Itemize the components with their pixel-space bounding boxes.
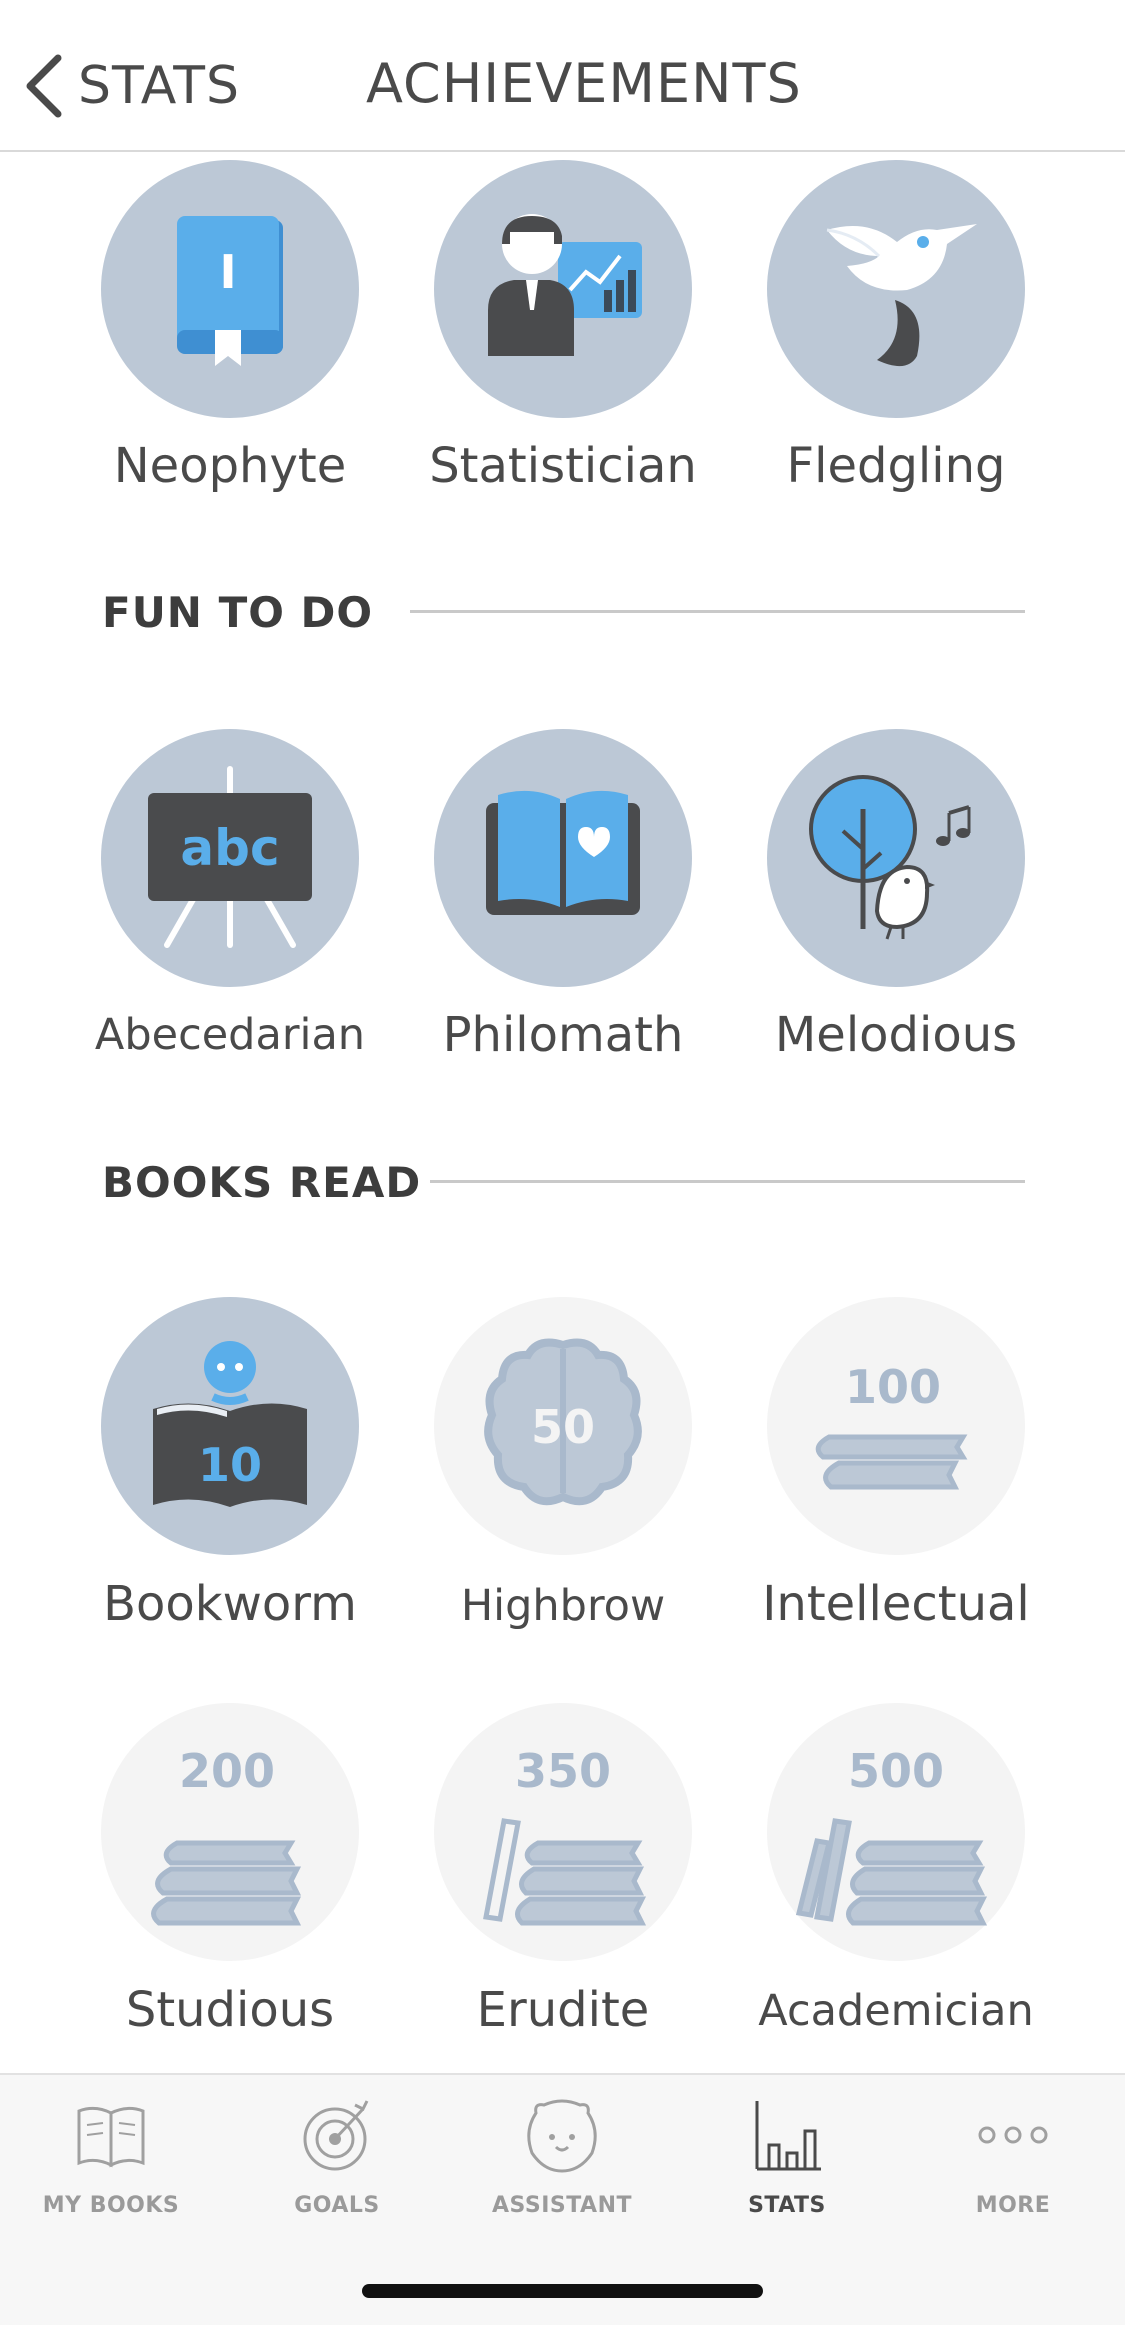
nav-header: STATS ACHIEVEMENTS bbox=[0, 0, 1125, 152]
chevron-left-icon bbox=[26, 54, 62, 118]
more-dots-icon bbox=[978, 2126, 1048, 2144]
back-label: STATS bbox=[78, 56, 241, 116]
badge-bookworm[interactable]: 10 bbox=[101, 1297, 359, 1555]
badge-philomath[interactable] bbox=[434, 729, 692, 987]
badge-label-melodious: Melodious bbox=[774, 1007, 1018, 1063]
badge-intellectual-locked[interactable]: 100 bbox=[767, 1297, 1025, 1555]
badge-label-studious: Studious bbox=[125, 1982, 335, 2038]
open-book-icon bbox=[77, 2106, 145, 2168]
badge-label-philomath: Philomath bbox=[442, 1007, 684, 1063]
badge-label-neophyte: Neophyte bbox=[113, 438, 347, 494]
chalkboard-icon: abc bbox=[148, 766, 312, 948]
badge-label-bookworm: Bookworm bbox=[103, 1576, 357, 1632]
brain-icon: 50 bbox=[484, 1338, 642, 1506]
tab-stats[interactable]: STATS bbox=[687, 2095, 887, 2218]
book-stack-icon: 100 bbox=[815, 1360, 968, 1490]
badge-label-erudite: Erudite bbox=[476, 1982, 650, 2038]
badge-erudite-locked[interactable]: 350 bbox=[434, 1703, 692, 1961]
tab-label: MORE bbox=[975, 2193, 1051, 2218]
page-title: ACHIEVEMENTS bbox=[366, 52, 802, 115]
section-heading-fun-to-do: FUN TO DO bbox=[102, 588, 374, 637]
badge-label-academician: Academician bbox=[758, 1986, 1034, 2036]
tab-my-books[interactable]: MY BOOKS bbox=[11, 2095, 211, 2218]
badge-neophyte[interactable]: I bbox=[101, 160, 359, 418]
badge-studious-locked[interactable]: 200 bbox=[101, 1703, 359, 1961]
home-indicator[interactable] bbox=[362, 2284, 763, 2298]
tab-assistant[interactable]: ASSISTANT bbox=[462, 2095, 662, 2218]
tab-label: GOALS bbox=[294, 2193, 380, 2218]
badge-label-fledgling: Fledgling bbox=[786, 438, 1006, 494]
section-divider bbox=[410, 610, 1025, 613]
bar-chart-icon bbox=[755, 2101, 821, 2171]
badge-label-statistician: Statistician bbox=[429, 438, 697, 494]
open-book-heart-icon bbox=[486, 790, 640, 915]
bookworm-book-icon: 10 bbox=[153, 1341, 307, 1507]
tab-label: MY BOOKS bbox=[42, 2193, 180, 2218]
badge-fledgling[interactable] bbox=[767, 160, 1025, 418]
section-divider bbox=[430, 1180, 1025, 1183]
assistant-face-icon bbox=[527, 2099, 597, 2173]
tab-label: STATS bbox=[748, 2193, 826, 2218]
svg-text:abc: abc bbox=[180, 819, 279, 877]
back-button[interactable]: STATS bbox=[22, 52, 240, 120]
svg-text:10: 10 bbox=[198, 1438, 262, 1492]
svg-text:500: 500 bbox=[848, 1744, 944, 1798]
badge-label-abecedarian: Abecedarian bbox=[94, 1010, 366, 1060]
badge-highbrow-locked[interactable]: 50 bbox=[434, 1297, 692, 1555]
badge-melodious[interactable] bbox=[767, 729, 1025, 987]
book-stack-icon: 200 bbox=[151, 1744, 302, 1926]
tab-more[interactable]: MORE bbox=[913, 2095, 1113, 2218]
badge-label-highbrow: Highbrow bbox=[460, 1581, 666, 1631]
badge-academician-locked[interactable]: 500 bbox=[767, 1703, 1025, 1961]
svg-text:350: 350 bbox=[515, 1744, 611, 1798]
book-icon: I bbox=[177, 216, 283, 366]
bird-tree-music-icon bbox=[809, 775, 971, 940]
presenter-chart-icon bbox=[488, 214, 642, 356]
section-heading-books-read: BOOKS READ bbox=[102, 1158, 422, 1207]
book-stack-icon: 350 bbox=[483, 1744, 647, 1926]
svg-text:100: 100 bbox=[845, 1360, 941, 1414]
badge-abecedarian[interactable]: abc bbox=[101, 729, 359, 987]
tab-label: ASSISTANT bbox=[491, 2193, 632, 2218]
badge-statistician[interactable] bbox=[434, 160, 692, 418]
svg-text:I: I bbox=[219, 245, 236, 299]
svg-text:50: 50 bbox=[531, 1400, 595, 1454]
hummingbird-icon bbox=[826, 224, 977, 367]
svg-text:200: 200 bbox=[179, 1744, 275, 1798]
book-stack-icon: 500 bbox=[795, 1744, 988, 1926]
badge-label-intellectual: Intellectual bbox=[762, 1576, 1030, 1632]
target-icon bbox=[303, 2100, 369, 2171]
tab-goals[interactable]: GOALS bbox=[237, 2095, 437, 2218]
